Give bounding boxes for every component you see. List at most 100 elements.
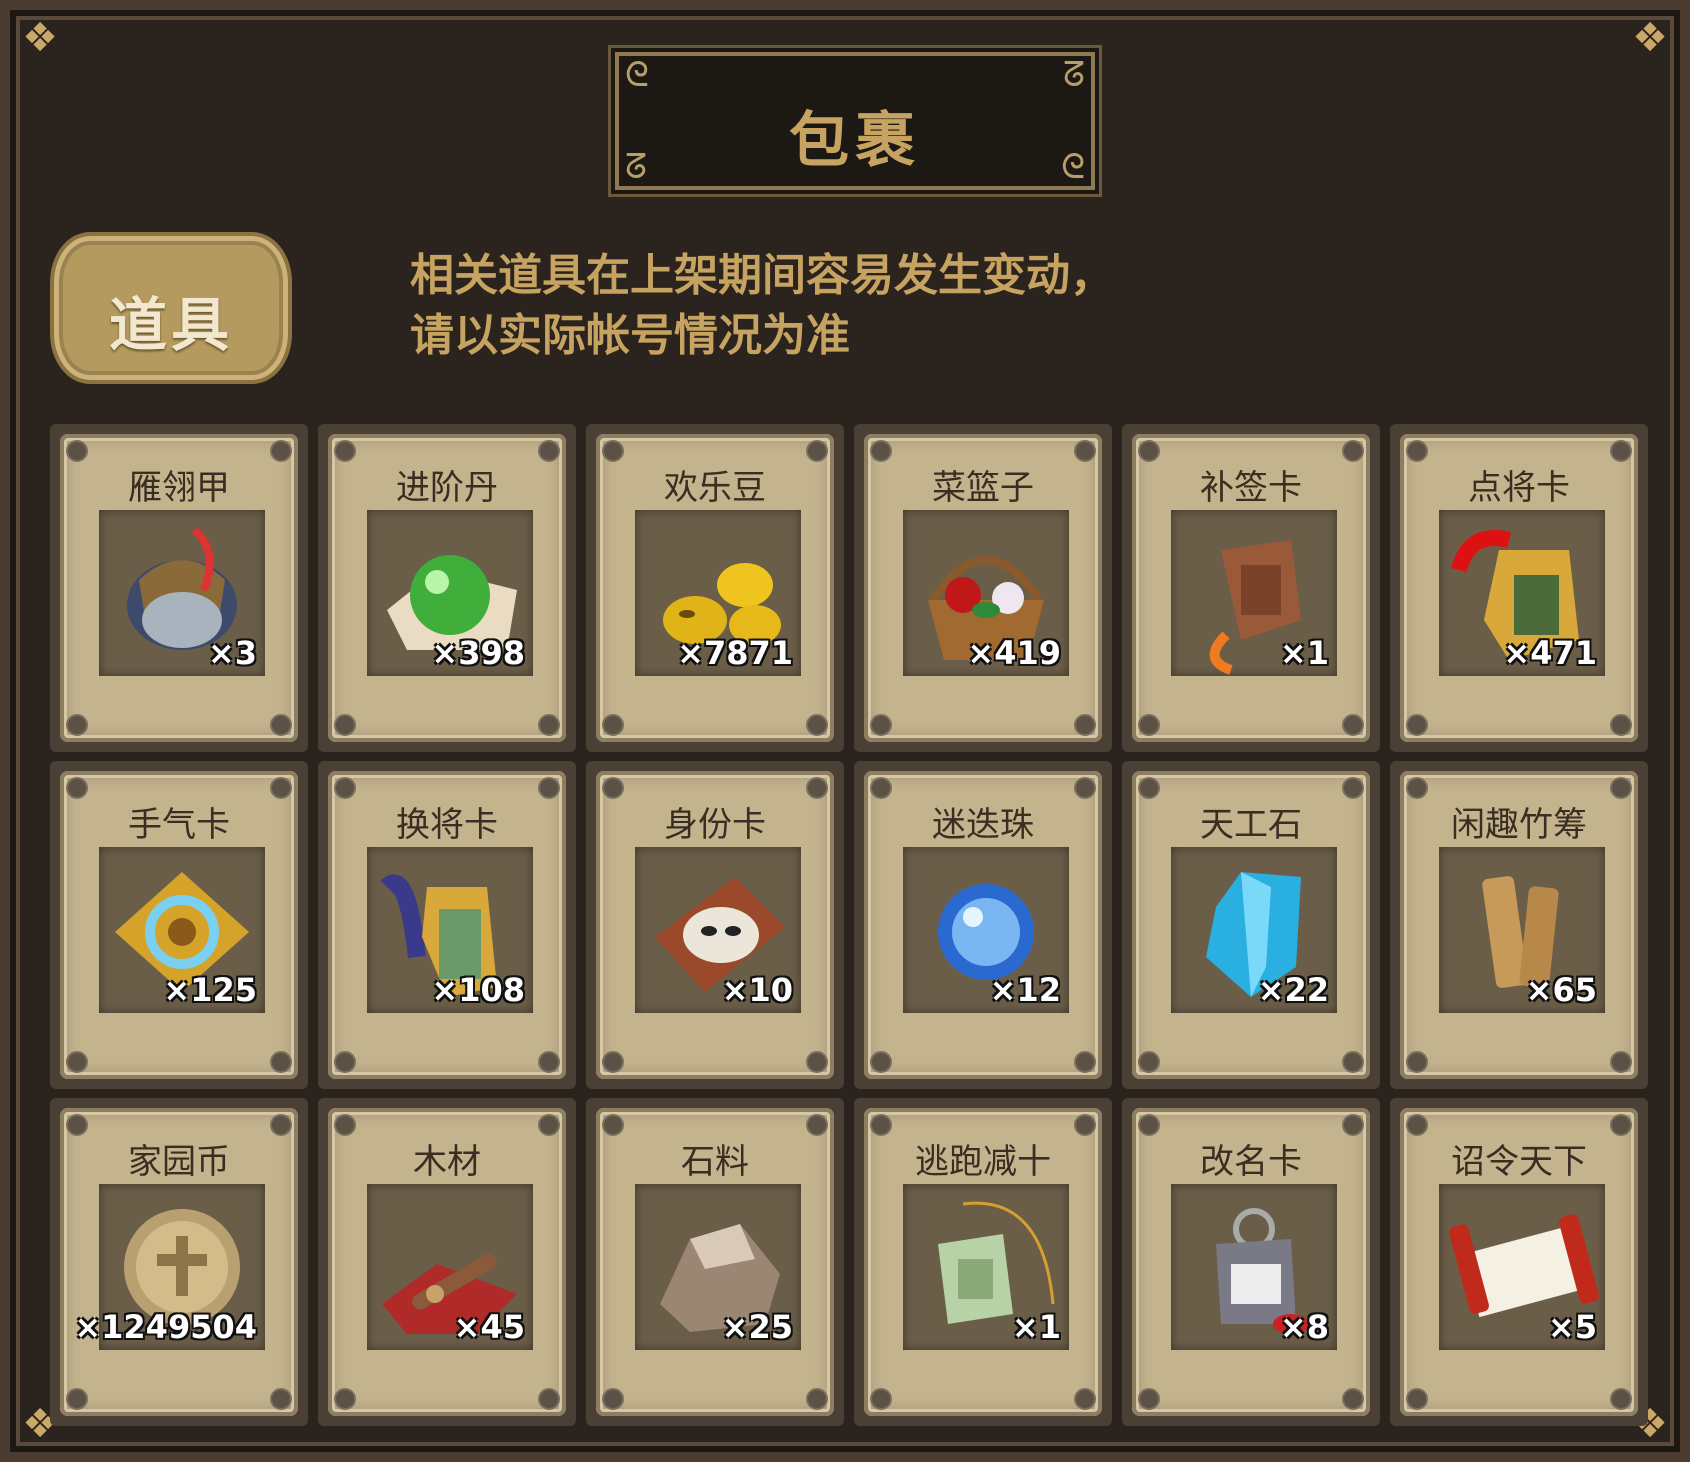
item-count: ×108 xyxy=(431,971,525,1009)
bamboo-slips-icon: ×65 xyxy=(1439,847,1605,1013)
item-slot[interactable]: 天工石 ×22 xyxy=(1122,761,1380,1089)
mask-card-icon: ×10 xyxy=(635,847,801,1013)
item-name: 菜篮子 xyxy=(932,468,1034,508)
item-slot[interactable]: 身份卡 ×10 xyxy=(586,761,844,1089)
rivet-icon xyxy=(806,1051,828,1073)
rivet-icon xyxy=(1138,1051,1160,1073)
rivet-icon xyxy=(538,440,560,462)
rivet-icon xyxy=(1074,1114,1096,1136)
item-name: 改名卡 xyxy=(1200,1142,1302,1182)
blue-orb-icon: ×12 xyxy=(903,847,1069,1013)
rivet-icon xyxy=(66,1114,88,1136)
item-count: ×398 xyxy=(431,634,525,672)
item-count: ×125 xyxy=(163,971,257,1009)
rivet-icon xyxy=(1342,714,1364,736)
rivet-icon xyxy=(538,1114,560,1136)
item-name: 欢乐豆 xyxy=(664,468,766,508)
item-card: 木材 ×45 xyxy=(328,1108,566,1416)
tab-items[interactable]: 道具 xyxy=(50,232,292,384)
rivet-icon xyxy=(1406,714,1428,736)
rivet-icon xyxy=(334,440,356,462)
item-name: 手气卡 xyxy=(128,805,230,845)
item-count: ×419 xyxy=(967,634,1061,672)
rivet-icon xyxy=(270,1051,292,1073)
rivet-icon xyxy=(334,777,356,799)
refresh-card-icon: ×125 xyxy=(99,847,265,1013)
item-name: 迷迭珠 xyxy=(932,805,1034,845)
item-slot[interactable]: 进阶丹 ×398 xyxy=(318,424,576,752)
item-count: ×471 xyxy=(1503,634,1597,672)
rivet-icon xyxy=(1138,714,1160,736)
item-slot[interactable]: 闲趣竹筹 ×65 xyxy=(1390,761,1648,1089)
item-count: ×25 xyxy=(721,1308,793,1346)
rivet-icon xyxy=(1406,777,1428,799)
rivet-icon xyxy=(870,777,892,799)
swap-token-icon: ×108 xyxy=(367,847,533,1013)
item-slot[interactable]: 点将卡 ×471 xyxy=(1390,424,1648,752)
item-slot[interactable]: 逃跑减十 ×1 xyxy=(854,1098,1112,1426)
rivet-icon xyxy=(1342,1388,1364,1410)
rivet-icon xyxy=(1342,777,1364,799)
rivet-icon xyxy=(602,1051,624,1073)
rivet-icon xyxy=(270,1114,292,1136)
rivet-icon xyxy=(806,1114,828,1136)
item-slot[interactable]: 补签卡 ×1 xyxy=(1122,424,1380,752)
item-card: 改名卡 ×8 xyxy=(1132,1108,1370,1416)
item-count: ×3 xyxy=(207,634,257,672)
rivet-icon xyxy=(602,440,624,462)
item-card: 点将卡 ×471 xyxy=(1400,434,1638,742)
item-name: 诏令天下 xyxy=(1451,1142,1587,1182)
item-card: 石料 ×25 xyxy=(596,1108,834,1416)
item-slot[interactable]: 石料 ×25 xyxy=(586,1098,844,1426)
item-card: 闲趣竹筹 ×65 xyxy=(1400,771,1638,1079)
rivet-icon xyxy=(1610,440,1632,462)
rivet-icon xyxy=(66,1388,88,1410)
item-slot[interactable]: 雁翎甲 ×3 xyxy=(50,424,308,752)
item-slot[interactable]: 木材 ×45 xyxy=(318,1098,576,1426)
rivet-icon xyxy=(1074,440,1096,462)
rivet-icon xyxy=(1406,1051,1428,1073)
rivet-icon xyxy=(1610,1114,1632,1136)
notice-text: 相关道具在上架期间容易发生变动， 请以实际帐号情况为准 xyxy=(410,246,1310,366)
rivet-icon xyxy=(334,714,356,736)
notice-line-1: 相关道具在上架期间容易发生变动， xyxy=(410,250,1114,301)
item-slot[interactable]: 手气卡 ×125 xyxy=(50,761,308,1089)
rivet-icon xyxy=(1342,440,1364,462)
item-count: ×1 xyxy=(1279,634,1329,672)
bronze-tag-icon: ×1 xyxy=(1171,510,1337,676)
rivet-icon xyxy=(602,714,624,736)
item-slot[interactable]: 迷迭珠 ×12 xyxy=(854,761,1112,1089)
item-slot[interactable]: 改名卡 ×8 xyxy=(1122,1098,1380,1426)
item-count: ×10 xyxy=(721,971,793,1009)
rivet-icon xyxy=(602,1114,624,1136)
scroll-ornament-icon: ᘔ xyxy=(1063,55,1085,95)
item-card: 菜篮子 ×419 xyxy=(864,434,1102,742)
rivet-icon xyxy=(806,777,828,799)
rivet-icon xyxy=(538,777,560,799)
rivet-icon xyxy=(870,1051,892,1073)
flower-basket-icon: ×419 xyxy=(903,510,1069,676)
rivet-icon xyxy=(1610,1051,1632,1073)
rivet-icon xyxy=(1342,1114,1364,1136)
item-count: ×7871 xyxy=(677,634,793,672)
item-name: 换将卡 xyxy=(396,805,498,845)
item-slot[interactable]: 菜篮子 ×419 xyxy=(854,424,1112,752)
item-name: 身份卡 xyxy=(664,805,766,845)
rivet-icon xyxy=(870,1388,892,1410)
name-card-icon: ×8 xyxy=(1171,1184,1337,1350)
rivet-icon xyxy=(870,1114,892,1136)
rivet-icon xyxy=(1074,777,1096,799)
rivet-icon xyxy=(870,440,892,462)
item-card: 欢乐豆 ×7871 xyxy=(596,434,834,742)
rivet-icon xyxy=(1342,1051,1364,1073)
item-slot[interactable]: 欢乐豆 ×7871 xyxy=(586,424,844,752)
rivet-icon xyxy=(1406,1388,1428,1410)
item-slot[interactable]: 换将卡 ×108 xyxy=(318,761,576,1089)
item-grid: 雁翎甲 ×3 进阶丹 ×398 欢乐豆 ×7871 菜篮子 ×419 补签卡 ×1 点将卡 ×471 手… xyxy=(50,424,1660,1426)
coin-icon: ×1249504 xyxy=(74,1184,265,1350)
item-slot[interactable]: 诏令天下 ×5 xyxy=(1390,1098,1648,1426)
item-slot[interactable]: 家园币 ×1249504 xyxy=(50,1098,308,1426)
item-count: ×5 xyxy=(1547,1308,1597,1346)
rivet-icon xyxy=(1138,777,1160,799)
item-count: ×8 xyxy=(1279,1308,1329,1346)
